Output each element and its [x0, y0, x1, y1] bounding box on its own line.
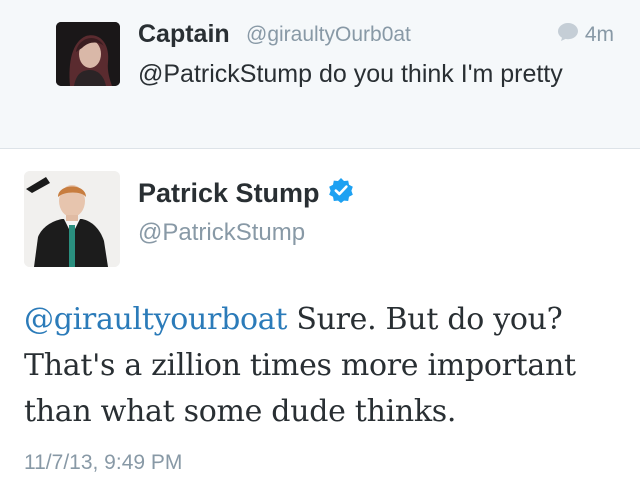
reply-time: 4m [584, 23, 614, 46]
avatar[interactable] [56, 22, 120, 86]
reply-author-name[interactable]: Captain [138, 20, 230, 49]
speech-bubble-icon[interactable] [557, 22, 579, 48]
author-handle[interactable]: @PatrickStump [138, 219, 305, 247]
tweet-timestamp[interactable]: 11/7/13, 9:49 PM [24, 451, 182, 475]
mention-link[interactable]: @giraultyourboat [24, 302, 287, 337]
main-tweet: Patrick Stump @PatrickStump @giraultyour… [0, 149, 640, 491]
reply-tweet[interactable]: Captain @giraultyOurb0at 4m @PatrickStum… [0, 0, 640, 149]
verified-badge-icon [328, 177, 354, 210]
avatar[interactable] [24, 171, 120, 267]
author-name-label: Patrick Stump [138, 178, 320, 208]
reply-author-handle[interactable]: @giraultyOurb0at [246, 23, 411, 47]
tweet-text: @giraultyourboat Sure. But do you? That'… [24, 297, 624, 435]
reply-meta: 4m [557, 22, 614, 48]
reply-text: @PatrickStump do you think I'm pretty [138, 60, 563, 88]
author-name[interactable]: Patrick Stump [138, 177, 354, 210]
